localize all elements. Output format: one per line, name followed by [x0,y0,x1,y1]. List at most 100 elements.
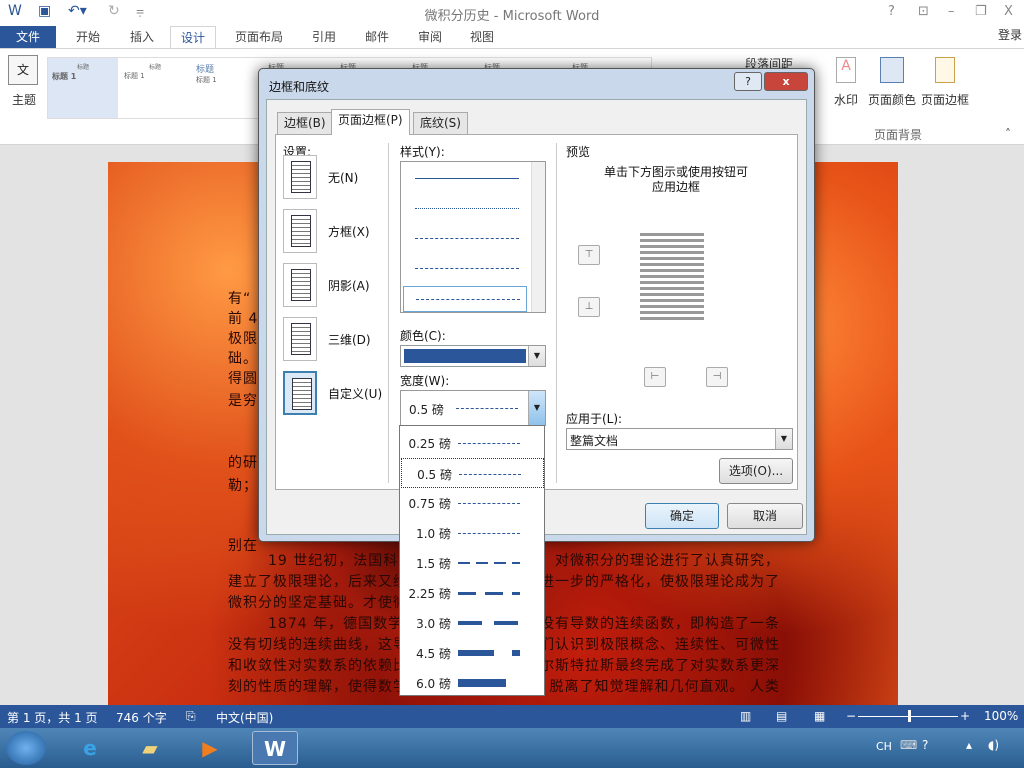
theme-icon[interactable]: 文 [8,55,38,85]
tab-home[interactable]: 开始 [66,26,110,48]
tab-file[interactable]: 文件 [0,26,56,48]
minimize-button[interactable]: – [948,4,955,19]
width-option[interactable]: 0.5 磅 [401,458,544,488]
color-dropdown[interactable]: ▼ [400,345,546,367]
document-text[interactable]: 是穷 [228,390,258,410]
document-text[interactable]: 勒； [228,475,258,495]
width-option[interactable]: 3.0 磅 [401,608,544,638]
document-text[interactable]: 别在 [228,535,258,555]
style-scrollbar[interactable] [531,162,545,312]
ie-icon[interactable]: e [70,731,110,765]
document-text[interactable]: 得圆 [228,368,258,388]
document-text[interactable]: 1874 年，德国数学家 [268,613,418,633]
width-option[interactable]: 1.5 磅 [401,548,544,578]
document-text[interactable]: 的研 [228,452,258,472]
print-layout-icon[interactable]: ▤ [776,709,787,723]
document-text[interactable]: 个没有导数的连续函数，即构造了一条 [525,613,780,633]
tab-page-border[interactable]: 页面边框(P) [331,109,410,135]
input-language[interactable]: CH [876,740,892,753]
close-button[interactable]: X [1004,4,1013,19]
tab-insert[interactable]: 插入 [120,26,164,48]
document-text[interactable]: 脱离了知觉理解和几何直观。 人类 [550,676,780,696]
collapse-ribbon-icon[interactable]: ˄ [1005,127,1011,141]
apply-to-dropdown[interactable]: 整篇文档 ▼ [566,428,793,450]
document-text[interactable]: 和收敛性对实数系的依赖比 [228,655,408,675]
width-option[interactable]: 1.0 磅 [401,518,544,548]
style-dotted[interactable] [415,208,519,209]
width-option[interactable]: 2.25 磅 [401,578,544,608]
theme-button-label[interactable]: 主题 [12,91,36,108]
read-mode-icon[interactable]: ▥ [740,709,751,723]
style-dashed[interactable] [415,238,519,239]
document-text[interactable]: 极限 [228,328,258,348]
page-color-button[interactable]: 页面颜色 [868,91,916,108]
zoom-slider-thumb[interactable] [908,710,911,722]
width-option[interactable]: 0.75 磅 [401,488,544,518]
language[interactable]: 中文(中国) [216,709,273,726]
setting-label[interactable]: 阴影(A) [328,277,370,294]
document-text[interactable]: 19 世纪初，法国科学 [268,550,413,570]
chevron-down-icon[interactable]: ▼ [528,391,545,425]
style-dash-long[interactable] [415,268,519,269]
media-player-icon[interactable]: ▶ [190,731,230,765]
tab-borders[interactable]: 边框(B) [277,112,333,134]
document-text[interactable]: 言，对微积分的理论进行了认真研究， [525,550,780,570]
tab-review[interactable]: 审阅 [408,26,452,48]
setting-option[interactable] [283,263,317,307]
chevron-down-icon[interactable]: ▼ [528,346,545,366]
top-border-button[interactable]: ⊤ [578,245,600,265]
web-layout-icon[interactable]: ▦ [814,709,825,723]
document-text[interactable]: 础。 [228,348,258,368]
show-hidden-icons[interactable]: ▴ [966,738,972,752]
setting-label[interactable]: 无(N) [328,169,358,186]
setting-option[interactable] [283,371,317,415]
preview-page[interactable] [640,233,704,321]
watermark-button[interactable]: 水印 [834,91,858,108]
document-text[interactable]: 外尔斯特拉斯最终完成了对实数系更深 [525,655,780,675]
setting-option[interactable] [283,209,317,253]
bottom-border-button[interactable]: ⊥ [578,297,600,317]
style-solid[interactable] [415,178,519,179]
document-text[interactable]: 没有切线的连续曲线，这导致 [228,634,423,654]
tab-view[interactable]: 视图 [460,26,504,48]
word-taskbar-icon[interactable]: W [252,731,298,765]
chevron-down-icon[interactable]: ▼ [775,429,792,449]
page-count[interactable]: 第 1 页，共 1 页 [7,709,98,726]
dialog-close-button[interactable]: x [764,72,808,91]
style-list[interactable] [400,161,546,313]
ribbon-display-button[interactable]: ⊡ [918,4,929,19]
gallery-item[interactable]: 标题 标题 1 [120,58,190,118]
document-text[interactable]: 刻的性质的理解，使得数学 [228,676,408,696]
setting-label[interactable]: 三维(D) [328,331,371,348]
tab-design[interactable]: 设计 [170,26,217,48]
dialog-help-button[interactable]: ? [734,72,762,91]
document-text[interactable]: 微积分的坚定基础。才使微积 [228,592,423,612]
style-dash-dot-selected[interactable] [403,286,527,312]
tab-references[interactable]: 引用 [302,26,346,48]
document-text[interactable]: 人们认识到极限概念、连续性、可微性 [525,634,780,654]
tab-shading[interactable]: 底纹(S) [413,112,468,134]
document-text[interactable]: 建立了极限理论，后来又经 [228,571,408,591]
document-text[interactable]: 前 4 [228,308,258,328]
setting-option[interactable] [283,317,317,361]
setting-label[interactable]: 自定义(U) [328,385,382,402]
width-dropdown[interactable]: 0.5 磅 ▼ [400,390,546,426]
explorer-icon[interactable]: ▰ [130,731,170,765]
width-option[interactable]: 4.5 磅 [401,638,544,668]
tab-layout[interactable]: 页面布局 [225,26,293,48]
volume-icon[interactable]: ◖) [988,738,999,752]
sign-in-link[interactable]: 登录 [998,26,1022,43]
cancel-button[interactable]: 取消 [727,503,803,529]
page-borders-button[interactable]: 页面边框 [921,91,969,108]
width-option[interactable]: 6.0 磅 [401,668,544,698]
tab-mailings[interactable]: 邮件 [355,26,399,48]
help-button[interactable]: ? [888,4,895,19]
setting-label[interactable]: 方框(X) [328,223,370,240]
document-text[interactable]: 有“ [228,288,251,308]
setting-option[interactable] [283,155,317,199]
ok-button[interactable]: 确定 [645,503,719,529]
left-border-button[interactable]: ⊢ [644,367,666,387]
zoom-level[interactable]: 100% [984,709,1018,723]
restore-button[interactable]: ❐ [975,4,987,19]
start-button[interactable] [6,731,46,765]
